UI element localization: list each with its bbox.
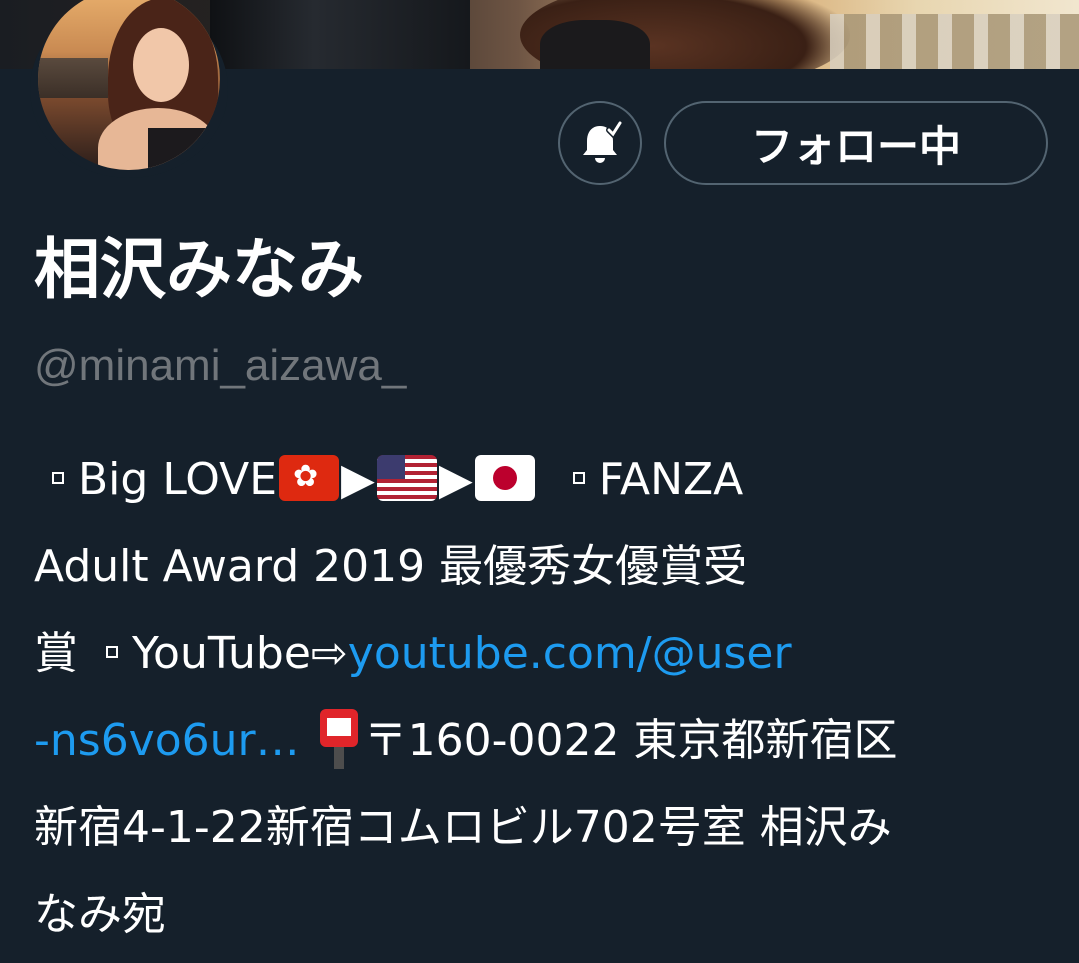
banner-camera bbox=[210, 0, 470, 69]
play-arrow-icon: ▶ bbox=[341, 454, 375, 505]
white-small-square-icon bbox=[52, 472, 64, 484]
play-arrow-icon: ▶ bbox=[438, 454, 473, 505]
bio-award-suffix: 賞 bbox=[34, 628, 78, 679]
white-small-square-icon bbox=[106, 646, 118, 658]
profile-display-name: 相沢みなみ bbox=[34, 231, 364, 308]
bio-youtube-label: YouTube⇨ bbox=[132, 628, 348, 679]
white-small-square-icon bbox=[572, 472, 585, 484]
united-states-flag-icon bbox=[376, 455, 437, 501]
avatar[interactable] bbox=[38, 0, 220, 170]
bio-address-start: 〒160-0022 東京都新宿区 bbox=[363, 715, 898, 766]
notification-bell-button[interactable] bbox=[558, 101, 642, 185]
profile-handle: @minami_aizawa_ bbox=[34, 341, 407, 390]
bio-big-love: Big LOVE bbox=[78, 454, 278, 505]
bio-fanza: FANZA bbox=[598, 454, 744, 505]
youtube-link[interactable]: youtube.com/@user bbox=[348, 628, 792, 679]
bio-line-4: -ns6vo6ur… 〒160-0022 東京都新宿区 bbox=[34, 697, 1054, 784]
bio-line-3: 賞 YouTube⇨youtube.com/@user bbox=[34, 610, 1054, 697]
following-button-label: フォロー中 bbox=[750, 121, 961, 171]
bell-check-icon bbox=[583, 120, 623, 163]
japan-flag-icon bbox=[474, 455, 535, 501]
bio-line-2: Adult Award 2019 最優秀女優賞受 bbox=[34, 541, 748, 592]
youtube-link-continued[interactable]: -ns6vo6ur… bbox=[34, 715, 300, 766]
profile-bio: Big LOVE ▶ ▶ FANZA Adult Award 2019 最優秀女優賞… bbox=[34, 436, 1054, 958]
avatar-face bbox=[133, 28, 189, 102]
bio-line-5: 新宿4-1-22新宿コムロビル702号室 相沢み bbox=[34, 802, 892, 853]
avatar-dress bbox=[148, 128, 220, 170]
bio-line-6: なみ宛 bbox=[34, 889, 166, 940]
following-button[interactable]: フォロー中 bbox=[664, 101, 1048, 185]
avatar-background-building bbox=[38, 58, 108, 98]
banner-balustrade bbox=[830, 14, 1079, 69]
postbox-icon bbox=[318, 709, 360, 769]
hong-kong-flag-icon bbox=[279, 455, 340, 501]
bio-line-1: Big LOVE ▶ ▶ FANZA bbox=[34, 436, 1054, 523]
banner-dress bbox=[540, 20, 650, 69]
